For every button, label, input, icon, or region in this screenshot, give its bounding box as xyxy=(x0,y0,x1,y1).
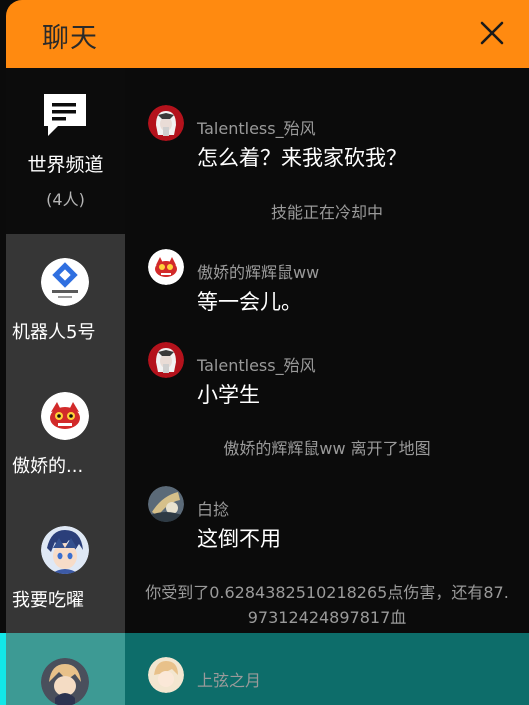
sidebar-item-label: 机器人5号 xyxy=(12,322,96,343)
close-icon[interactable] xyxy=(477,18,507,48)
user-avatar xyxy=(148,657,184,693)
sidebar-item-label: 我要吃曜 xyxy=(12,590,84,611)
user-avatar xyxy=(148,105,184,141)
user-avatar xyxy=(148,486,184,522)
sidebar-item-red-monster[interactable]: 傲娇的... xyxy=(6,368,125,498)
anime-avatar xyxy=(41,526,89,574)
sidebar-item-anime[interactable]: 我要吃曜 xyxy=(6,502,125,632)
anime-avatar xyxy=(41,658,89,705)
sidebar-item-active[interactable] xyxy=(6,633,125,705)
chat-window: 聊天 世界频道 (4人) 机器人5号 傲娇的... 我要吃曜 Talentles… xyxy=(0,0,529,705)
system-message: 你受到了0.6284382510218265点伤害，还有87.973124248… xyxy=(145,583,509,627)
world-channel-label: 世界频道 xyxy=(27,154,104,176)
robot-avatar xyxy=(41,258,89,306)
user-avatar xyxy=(148,249,184,285)
message-author: Talentless_殆风 xyxy=(197,119,316,138)
message-text: 怎么着？来我家砍我？ xyxy=(197,146,407,170)
sidebar-item-robot[interactable]: 机器人5号 xyxy=(6,234,125,364)
message-text: 等一会儿。 xyxy=(197,290,302,314)
message-text: 这倒不用 xyxy=(197,527,281,551)
message-author: 上弦之月 xyxy=(197,671,262,690)
active-indicator xyxy=(0,633,6,705)
world-channel-item[interactable]: 世界频道 (4人) xyxy=(6,68,125,234)
message-text: 小学生 xyxy=(197,383,260,407)
highlighted-message-row: 上弦之月 xyxy=(125,633,529,705)
channel-sidebar: 世界频道 (4人) 机器人5号 傲娇的... 我要吃曜 xyxy=(6,68,125,705)
header-title: 聊天 xyxy=(42,23,98,54)
user-avatar xyxy=(148,342,184,378)
world-channel-count: (4人) xyxy=(46,190,85,209)
system-message: 傲娇的辉辉鼠ww 离开了地图 xyxy=(223,439,431,458)
private-chat-list: 机器人5号 傲娇的... 我要吃曜 xyxy=(6,234,125,633)
message-author: 傲娇的辉辉鼠ww xyxy=(197,263,320,282)
message-author: Talentless_殆风 xyxy=(197,356,316,375)
chat-bubble-icon xyxy=(40,90,90,140)
message-author: 白捻 xyxy=(197,500,230,519)
message-list[interactable]: Talentless_殆风 怎么着？来我家砍我？ 技能正在冷却中 傲娇的辉辉鼠w… xyxy=(125,68,529,705)
chat-header: 聊天 xyxy=(6,0,529,68)
red-monster-avatar xyxy=(41,392,89,440)
system-message: 技能正在冷却中 xyxy=(270,203,383,222)
sidebar-item-label: 傲娇的... xyxy=(12,456,84,477)
